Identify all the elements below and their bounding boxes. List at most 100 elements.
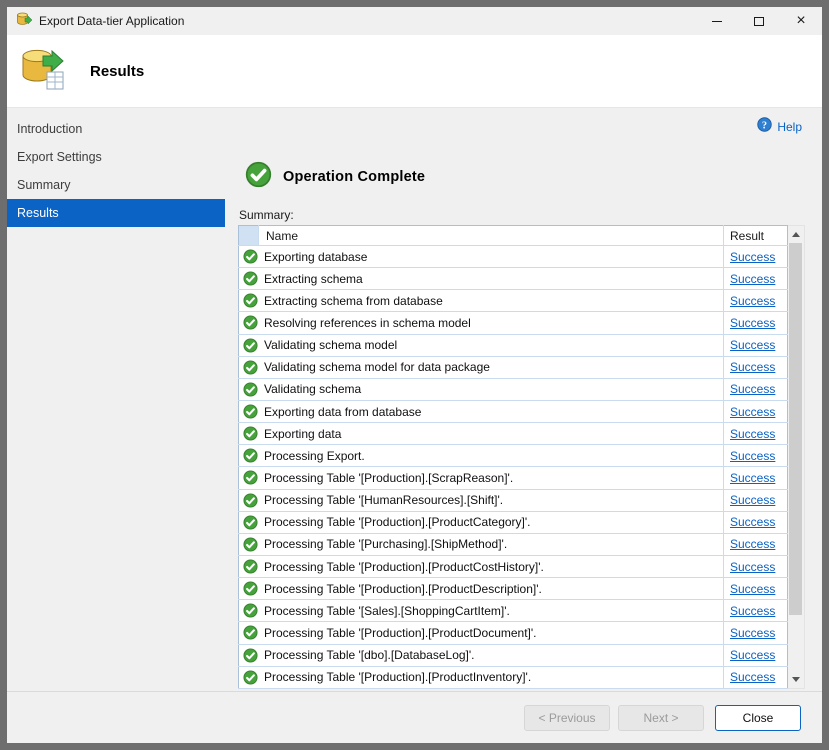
close-button[interactable]: Close <box>715 705 801 731</box>
step-name: Processing Table '[Sales].[ShoppingCartI… <box>264 604 510 618</box>
maximize-button[interactable] <box>738 7 780 35</box>
success-link[interactable]: Success <box>730 316 775 330</box>
app-icon <box>16 11 32 32</box>
sidebar-item-label: Introduction <box>17 122 82 136</box>
success-link[interactable]: Success <box>730 604 775 618</box>
main-panel: ? Help Operation Complete Summary: <box>225 108 822 691</box>
success-link[interactable]: Success <box>730 670 775 684</box>
minimize-button[interactable] <box>696 7 738 35</box>
table-row[interactable]: Resolving references in schema model Suc… <box>239 312 788 334</box>
help-label: Help <box>777 120 802 134</box>
success-icon <box>243 515 258 530</box>
table-row[interactable]: Processing Table '[dbo].[DatabaseLog]'. … <box>239 644 788 666</box>
table-row[interactable]: Processing Table '[Production].[ProductD… <box>239 622 788 644</box>
success-link[interactable]: Success <box>730 626 775 640</box>
success-link[interactable]: Success <box>730 250 775 264</box>
table-row[interactable]: Exporting database Success <box>239 246 788 268</box>
table-row[interactable]: Processing Table '[Production].[ScrapRea… <box>239 467 788 489</box>
success-link[interactable]: Success <box>730 382 775 396</box>
success-link[interactable]: Success <box>730 648 775 662</box>
close-window-button[interactable]: × <box>780 7 822 35</box>
column-header-result[interactable]: Result <box>724 226 788 246</box>
success-icon <box>243 581 258 596</box>
step-name: Extracting schema <box>264 272 363 286</box>
success-icon <box>243 404 258 419</box>
success-link[interactable]: Success <box>730 537 775 551</box>
sidebar-item-label: Summary <box>17 178 70 192</box>
table-header-row: Name Result <box>239 226 788 246</box>
table-row[interactable]: Processing Export. Success <box>239 445 788 467</box>
success-status-icon <box>245 161 272 193</box>
scroll-up-button[interactable] <box>788 226 804 243</box>
sidebar-item-results[interactable]: Results <box>7 199 225 227</box>
table-row[interactable]: Validating schema Success <box>239 378 788 400</box>
summary-label: Summary: <box>239 208 805 222</box>
step-name: Validating schema <box>264 382 361 396</box>
success-link[interactable]: Success <box>730 294 775 308</box>
table-row[interactable]: Processing Table '[Purchasing].[ShipMeth… <box>239 533 788 555</box>
scroll-thumb[interactable] <box>789 243 802 615</box>
table-row[interactable]: Processing Table '[Production].[ProductC… <box>239 555 788 577</box>
success-link[interactable]: Success <box>730 449 775 463</box>
success-link[interactable]: Success <box>730 560 775 574</box>
success-link[interactable]: Success <box>730 427 775 441</box>
scroll-down-icon <box>792 677 800 682</box>
scroll-down-button[interactable] <box>788 671 804 688</box>
step-name: Processing Table '[Production].[ProductC… <box>264 560 544 574</box>
table-row[interactable]: Processing Table '[HumanResources].[Shif… <box>239 489 788 511</box>
success-link[interactable]: Success <box>730 493 775 507</box>
step-name: Exporting data from database <box>264 405 421 419</box>
window-frame: Export Data-tier Application × Results <box>0 0 829 750</box>
success-link[interactable]: Success <box>730 515 775 529</box>
export-dac-icon <box>20 47 66 96</box>
sidebar-item-introduction[interactable]: Introduction <box>7 115 225 143</box>
operation-status: Operation Complete <box>245 161 805 193</box>
sidebar-item-export-settings[interactable]: Export Settings <box>7 143 225 171</box>
column-header-name[interactable]: Name <box>259 226 724 246</box>
table-row[interactable]: Processing Table '[Production].[ProductI… <box>239 666 788 688</box>
step-name: Processing Table '[Production].[ProductI… <box>264 670 531 684</box>
help-link[interactable]: ? Help <box>757 117 802 137</box>
step-name: Extracting schema from database <box>264 294 443 308</box>
row-selector-header[interactable] <box>239 226 259 246</box>
table-row[interactable]: Validating schema model Success <box>239 334 788 356</box>
success-link[interactable]: Success <box>730 272 775 286</box>
wizard-header: Results <box>7 35 822 108</box>
step-name: Exporting data <box>264 427 341 441</box>
sidebar-item-summary[interactable]: Summary <box>7 171 225 199</box>
step-name: Processing Table '[Purchasing].[ShipMeth… <box>264 537 507 551</box>
table-row[interactable]: Processing Table '[Production].[ProductD… <box>239 578 788 600</box>
sidebar: Introduction Export Settings Summary Res… <box>7 108 225 691</box>
svg-text:?: ? <box>762 120 767 131</box>
success-icon <box>243 382 258 397</box>
success-icon <box>243 360 258 375</box>
table-row[interactable]: Exporting data Success <box>239 423 788 445</box>
table-row[interactable]: Processing Table '[Sales].[ShoppingCartI… <box>239 600 788 622</box>
success-link[interactable]: Success <box>730 582 775 596</box>
success-icon <box>243 271 258 286</box>
success-link[interactable]: Success <box>730 471 775 485</box>
success-link[interactable]: Success <box>730 360 775 374</box>
success-link[interactable]: Success <box>730 338 775 352</box>
success-link[interactable]: Success <box>730 405 775 419</box>
next-button[interactable]: Next > <box>618 705 704 731</box>
table-row[interactable]: Extracting schema Success <box>239 268 788 290</box>
wizard-body: Introduction Export Settings Summary Res… <box>7 108 822 691</box>
success-icon <box>243 625 258 640</box>
help-icon: ? <box>757 117 772 137</box>
footer-bar: < Previous Next > Close <box>7 691 822 743</box>
step-name: Validating schema model <box>264 338 397 352</box>
table-row[interactable]: Validating schema model for data package… <box>239 356 788 378</box>
results-table: Name Result Exporting database Suc <box>238 225 788 689</box>
results-table-body: Exporting database Success Extracting sc… <box>239 246 788 689</box>
table-row[interactable]: Processing Table '[Production].[ProductC… <box>239 511 788 533</box>
step-name: Exporting database <box>264 250 367 264</box>
step-name: Processing Table '[Production].[ProductD… <box>264 626 537 640</box>
table-row[interactable]: Extracting schema from database Success <box>239 290 788 312</box>
success-icon <box>243 648 258 663</box>
table-row[interactable]: Exporting data from database Success <box>239 400 788 422</box>
vertical-scrollbar[interactable] <box>788 225 805 689</box>
success-icon <box>243 493 258 508</box>
previous-button[interactable]: < Previous <box>524 705 610 731</box>
step-name: Processing Export. <box>264 449 365 463</box>
